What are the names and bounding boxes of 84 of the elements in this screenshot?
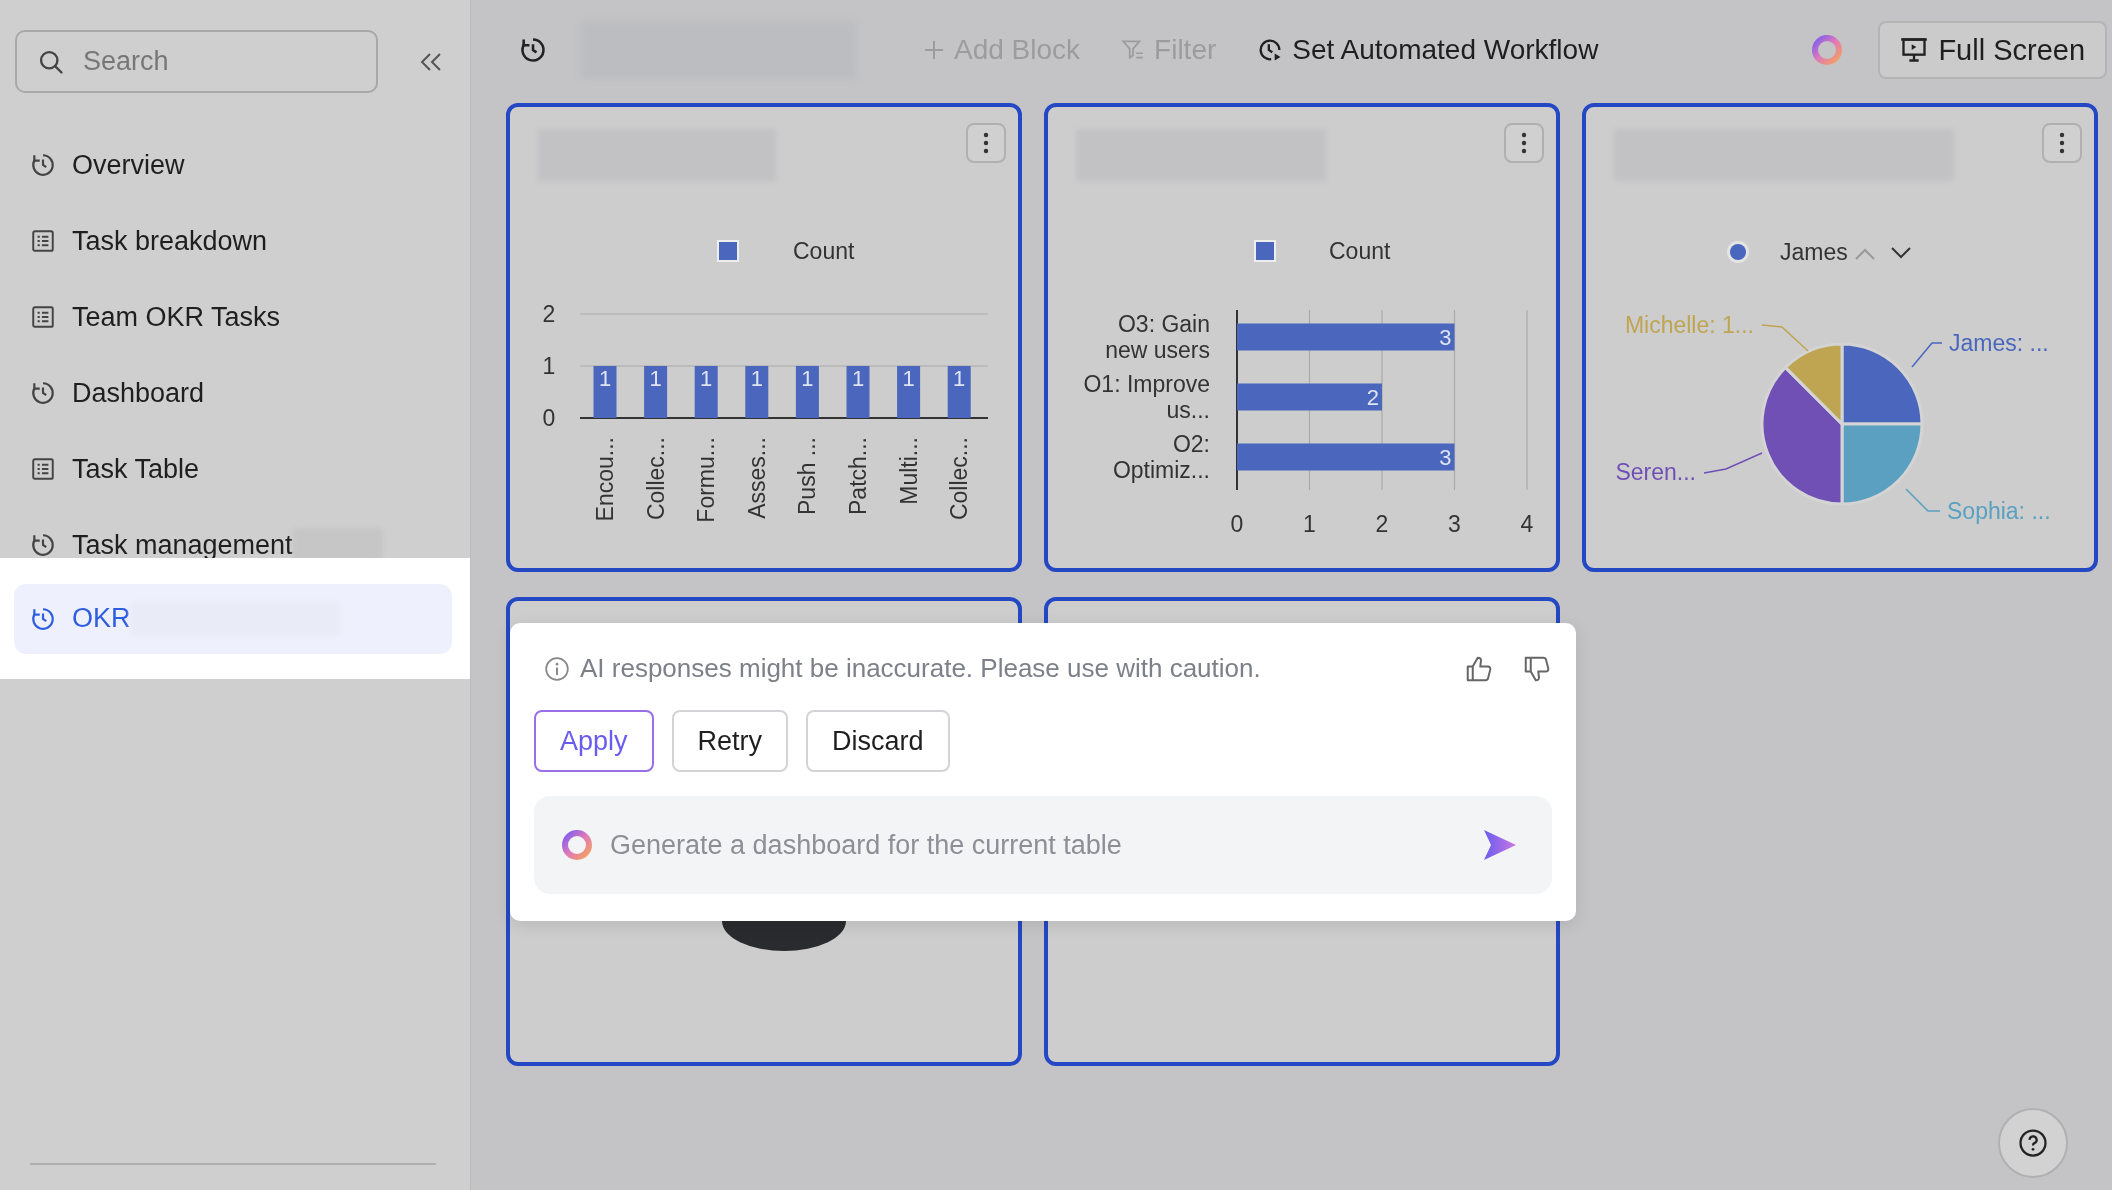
axis-category-label: Push ...	[794, 437, 821, 515]
data-label: 3	[1439, 325, 1452, 350]
axis-category-label: Collec...	[946, 437, 973, 521]
data-label: 1	[851, 366, 865, 391]
axis-tick-label: 1	[1303, 511, 1316, 537]
prompt-field[interactable]: Generate a dashboard for the current table	[534, 796, 1552, 894]
bar	[846, 366, 870, 418]
leader-line	[1761, 324, 1809, 352]
more-icon	[1521, 132, 1527, 154]
axis-category-label: O2: Optimiz...	[1112, 431, 1210, 483]
axis-tick-label: 2	[1375, 511, 1389, 537]
bar	[593, 366, 617, 418]
sidebar-item[interactable]: Overview	[30, 149, 185, 181]
sidebar-item[interactable]: Team OKR Tasks	[30, 301, 281, 333]
clock-icon	[519, 36, 547, 64]
axis-tick-label: 3	[1448, 511, 1461, 537]
bar	[795, 366, 819, 418]
data-label: 1	[700, 366, 713, 391]
plus-icon	[922, 38, 946, 62]
axis-tick-label: 4	[1520, 511, 1534, 537]
data-label: 1	[598, 366, 612, 391]
send-icon[interactable]	[1482, 828, 1518, 862]
leader-line	[1911, 342, 1943, 368]
data-label: 1	[649, 366, 662, 391]
action-button[interactable]: Apply	[534, 710, 654, 772]
bar	[644, 366, 668, 418]
legend-label: Count	[1329, 238, 1391, 264]
slice-label: James: ...	[1949, 330, 2049, 356]
legend-swatch	[1254, 240, 1276, 262]
toolbar-button[interactable]: Set Automated Workflow	[1256, 34, 1599, 66]
axis-category-label: Asses...	[743, 437, 770, 519]
sidebar-item[interactable]: Task management	[30, 529, 293, 561]
table-icon	[30, 228, 56, 254]
sidebar-item[interactable]: Task Table	[30, 453, 200, 485]
axis-category-label: Formu...	[693, 437, 720, 523]
more-button[interactable]	[1504, 123, 1544, 163]
bar	[947, 366, 971, 418]
data-label: 1	[902, 366, 915, 391]
data-label: 1	[750, 366, 763, 391]
legend-label: Count	[793, 238, 855, 264]
data-label: 3	[1439, 445, 1452, 470]
presentation-icon	[1900, 36, 1929, 64]
help-icon	[2018, 1128, 2048, 1158]
slice-label: Seren...	[1615, 459, 1696, 485]
axis-tick-label: 1	[542, 353, 556, 379]
axis-category-label: O3: Gain new users	[1105, 311, 1210, 363]
axis-tick-label: 0	[542, 405, 556, 431]
chevron-down-icon[interactable]	[1891, 247, 1911, 259]
axis-category-label: Multi...	[895, 437, 922, 505]
action-button[interactable]: Discard	[806, 710, 950, 772]
info-icon	[544, 655, 570, 682]
sidebar-item[interactable]: Dashboard	[30, 377, 205, 409]
more-button[interactable]	[966, 123, 1006, 163]
more-button[interactable]	[2042, 123, 2082, 163]
axis-tick-label: 0	[1230, 511, 1244, 537]
search-input[interactable]: Search	[81, 45, 335, 78]
axis-category-label: Encou...	[592, 437, 618, 522]
axis-category-label: Patch...	[845, 437, 871, 515]
notice-text: AI responses might be inaccurate. Please use with caution.	[580, 653, 1262, 684]
table-icon	[30, 456, 56, 482]
search-field[interactable]: Search	[15, 30, 378, 93]
table-icon	[30, 304, 56, 330]
axis-category-label: Collec...	[642, 437, 669, 521]
prompt-input[interactable]: Generate a dashboard for the current table	[608, 828, 1468, 862]
legend-label: James	[1780, 239, 1848, 265]
action-button[interactable]: Retry	[671, 710, 789, 772]
axis-category-label: O1: Improve us...	[1083, 371, 1210, 423]
data-label: 2	[1366, 385, 1379, 410]
bar	[694, 366, 718, 418]
data-label: 1	[953, 366, 966, 391]
more-icon	[983, 132, 989, 154]
axis-tick-label: 2	[542, 301, 556, 327]
full-screen-button[interactable]: Full Screen	[1878, 21, 2108, 79]
slice-label: Michelle: 1...	[1624, 312, 1754, 338]
slice-label: Sophia: ...	[1947, 498, 2051, 524]
legend-swatch	[717, 240, 739, 262]
more-icon	[2059, 132, 2065, 154]
leader-line	[1905, 488, 1941, 512]
data-label: 1	[801, 366, 814, 391]
sidebar-item[interactable]: Task breakdown	[30, 225, 268, 257]
bar	[745, 366, 769, 418]
ring-logo-icon	[560, 828, 594, 862]
leader-line	[1703, 452, 1763, 474]
bar	[897, 366, 921, 418]
